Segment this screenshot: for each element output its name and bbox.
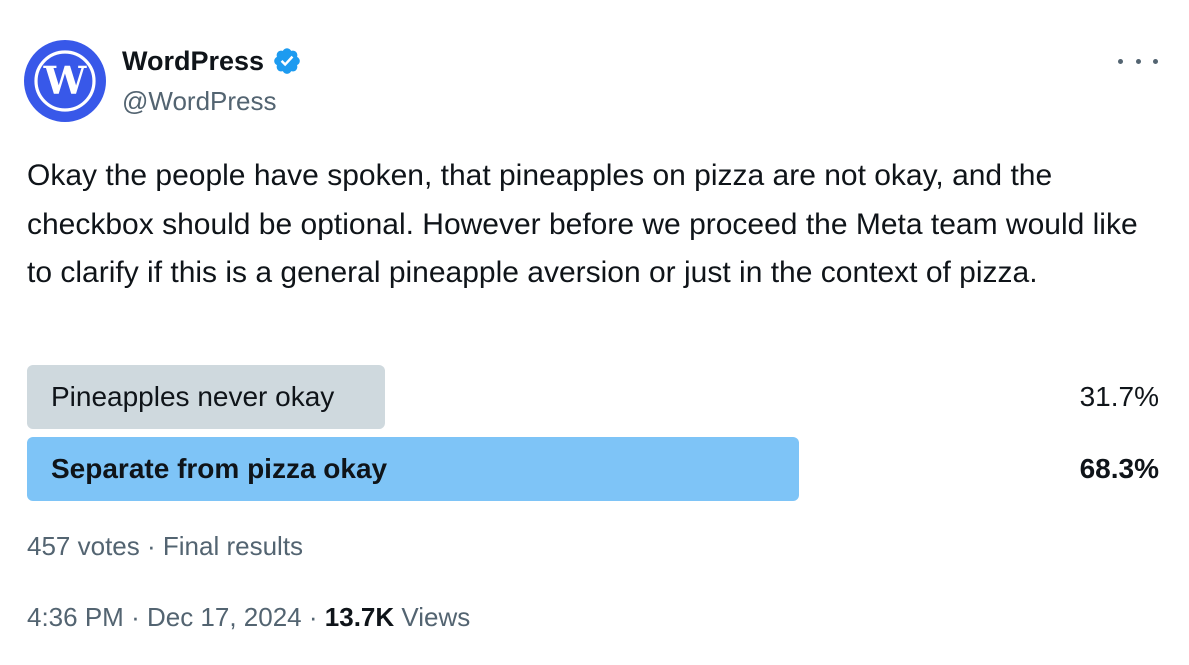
author-display-name[interactable]: WordPress — [122, 44, 264, 78]
poll-votes: 457 votes — [27, 531, 140, 561]
poll-summary: 457 votes · Final results — [27, 526, 303, 566]
svg-text:W: W — [43, 58, 88, 103]
views-count[interactable]: 13.7K — [325, 602, 394, 632]
more-dot — [1153, 58, 1158, 64]
wordpress-logo-icon: W — [34, 50, 96, 112]
separator: · — [308, 602, 318, 632]
tweet-text: Okay the people have spoken, that pineap… — [27, 159, 1138, 289]
poll-option-2: Separate from pizza okay 68.3% — [27, 437, 1159, 501]
poll-option-1: Pineapples never okay 31.7% — [27, 365, 1159, 429]
more-dot — [1118, 58, 1123, 64]
poll-option-label: Pineapples never okay — [51, 381, 335, 412]
separator: · — [131, 602, 140, 632]
poll-option-percent: 31.7% — [1079, 381, 1159, 412]
views-label[interactable]: Views — [401, 602, 470, 632]
author-handle[interactable]: @WordPress — [122, 84, 277, 118]
avatar[interactable]: W — [24, 40, 106, 122]
separator: · — [146, 531, 156, 561]
author-name-row: WordPress — [122, 44, 302, 78]
poll-option-label: Separate from pizza okay — [51, 453, 388, 484]
tweet-timestamp: 4:36 PM · Dec 17, 2024 · 13.7K Views — [27, 597, 470, 637]
poll-status: Final results — [162, 531, 304, 561]
more-options-icon[interactable] — [1118, 46, 1158, 76]
more-dot — [1135, 58, 1141, 64]
tweet-time[interactable]: 4:36 PM — [27, 602, 124, 632]
tweet-date[interactable]: Dec 17, 2024 — [147, 602, 302, 632]
verified-badge-icon — [274, 48, 300, 74]
tweet-card: W WordPress @WordPress Okay the people h… — [0, 0, 1189, 665]
poll-option-percent: 68.3% — [1079, 453, 1159, 484]
